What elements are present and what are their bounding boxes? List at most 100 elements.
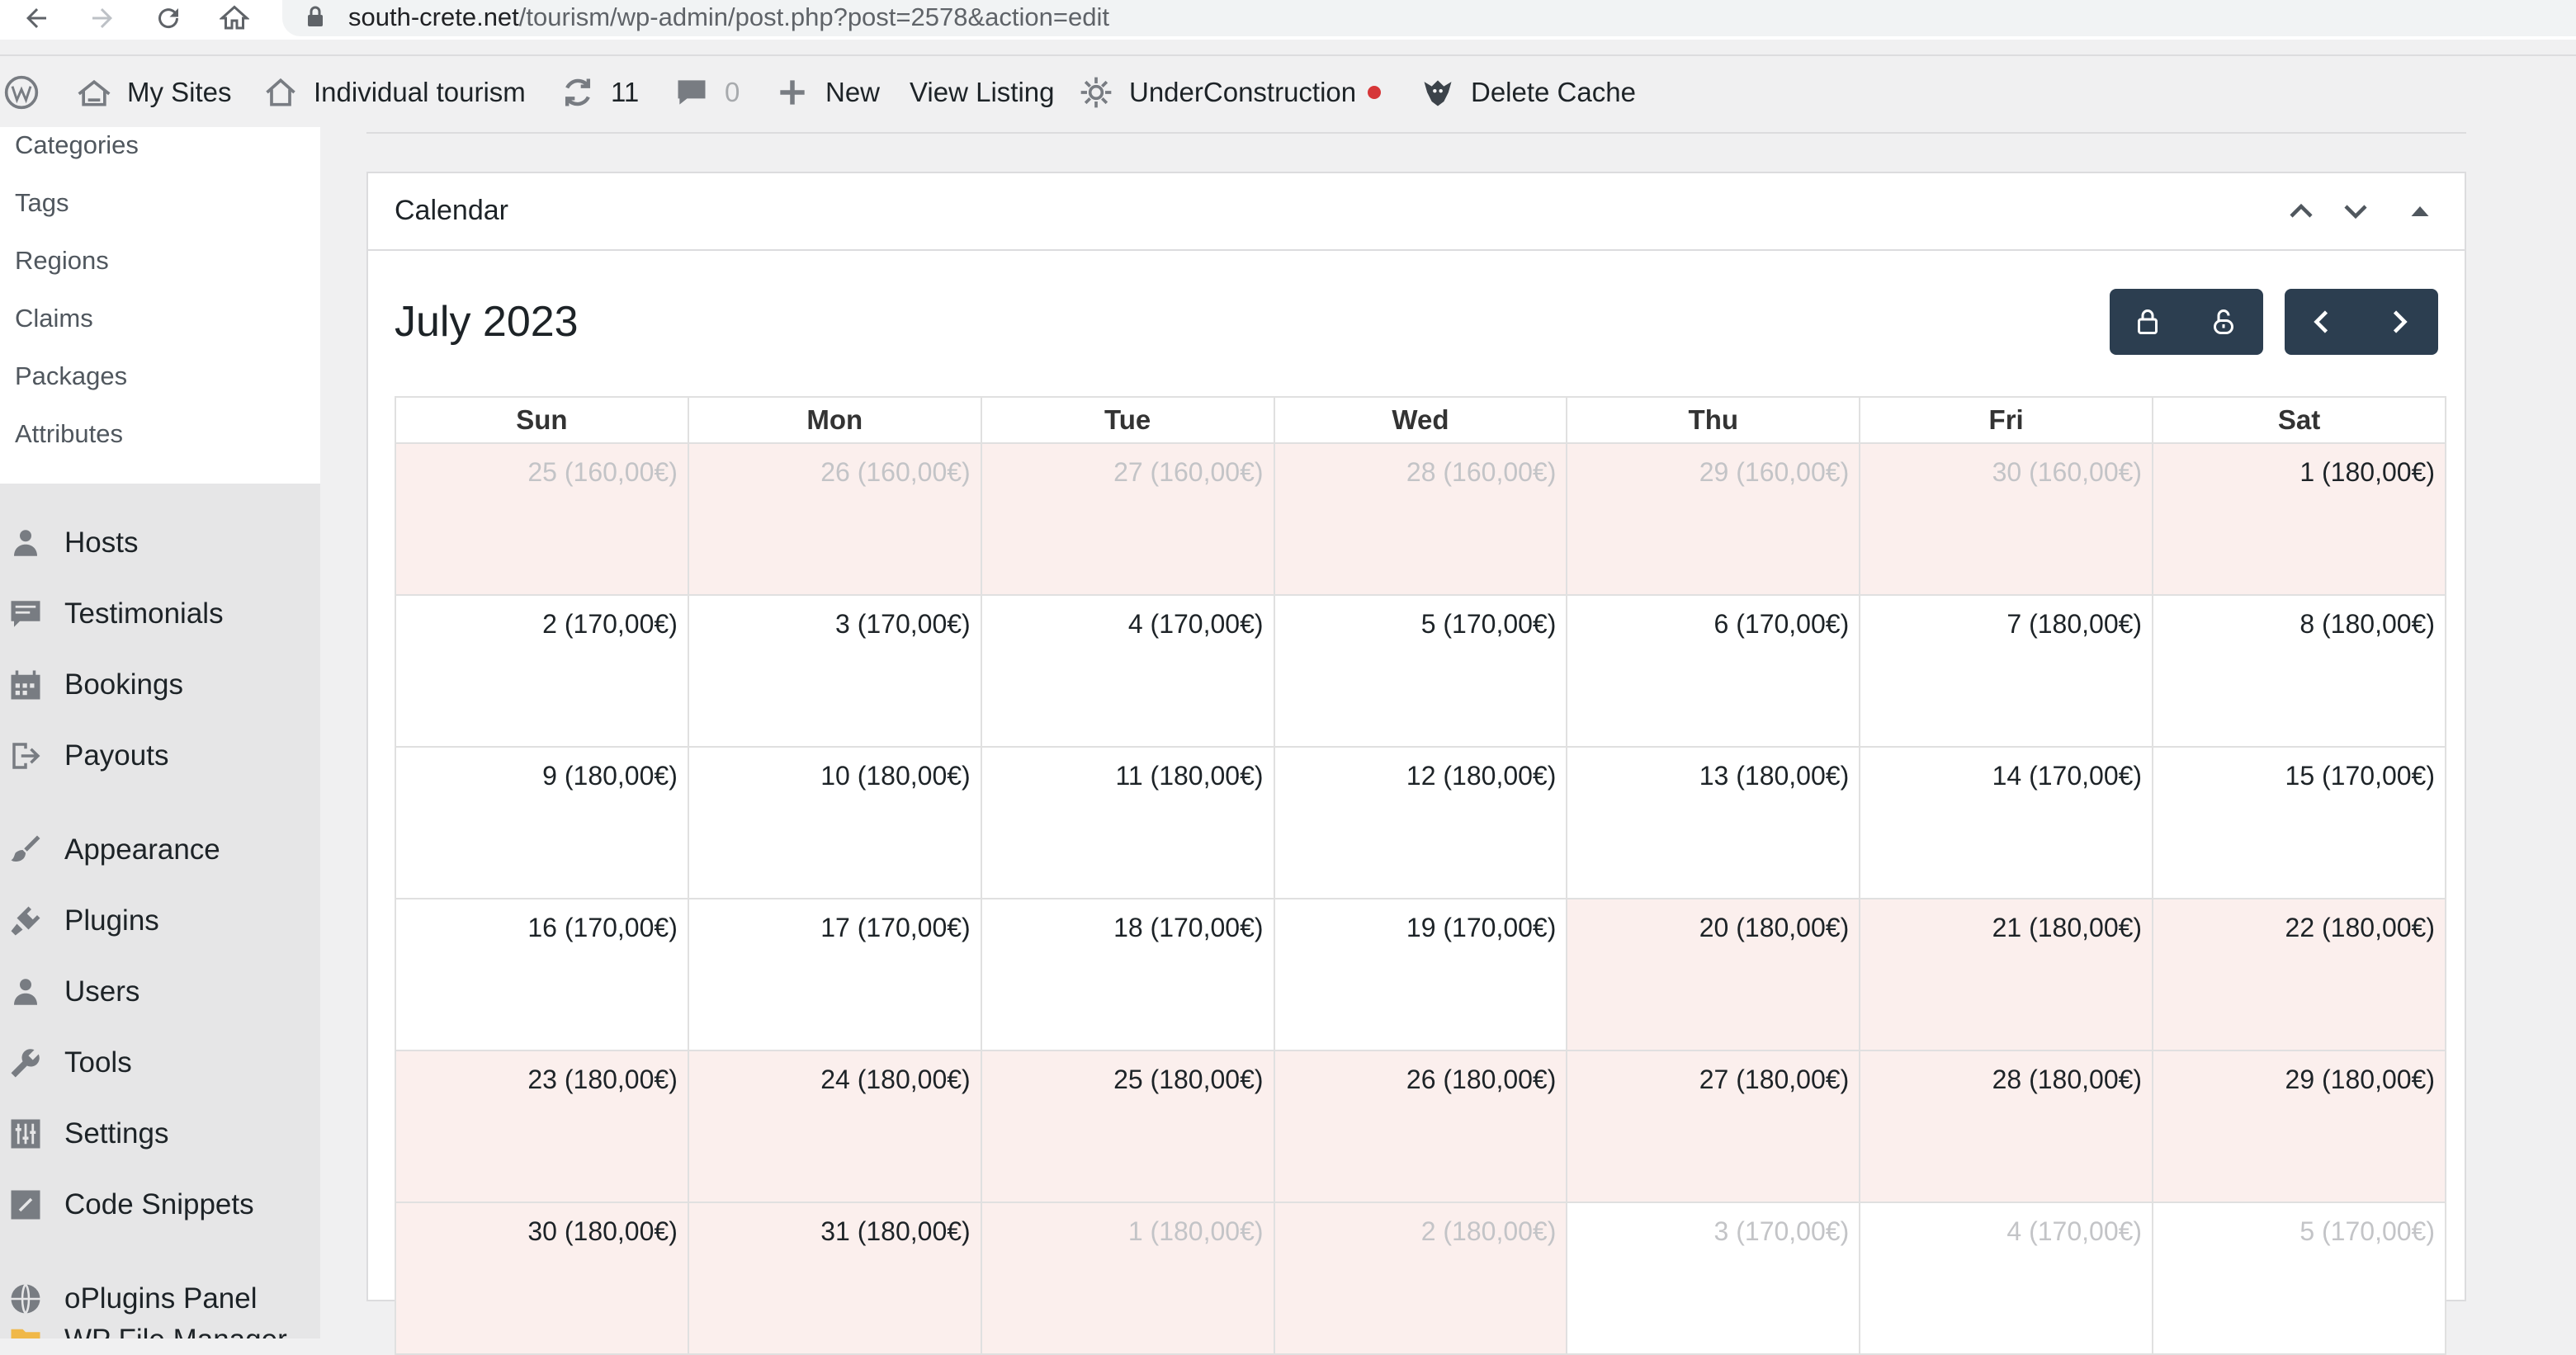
calendar-day-cell[interactable]: 30 (160,00€) (1859, 442, 2154, 596)
calendar-day-cell[interactable]: 14 (170,00€) (1859, 746, 2154, 899)
submenu-item-packages[interactable]: Packages (15, 361, 127, 391)
calendar-day-cell[interactable]: 6 (170,00€) (1566, 594, 1861, 748)
calendar-day-cell[interactable]: 27 (180,00€) (1566, 1050, 1861, 1203)
unlock-dates-button[interactable] (2186, 289, 2262, 355)
view-listing-link[interactable]: View Listing (910, 56, 1055, 129)
calendar-day-cell[interactable]: 13 (180,00€) (1566, 746, 1861, 899)
sidebar-item-users[interactable]: Users (8, 967, 139, 1017)
calendar-day-cell[interactable]: 28 (160,00€) (1273, 442, 1568, 596)
sidebar-item-plugins[interactable]: Plugins (8, 896, 159, 946)
calendar-day-cell[interactable]: 26 (180,00€) (1273, 1050, 1568, 1203)
prev-month-button[interactable] (2285, 289, 2361, 355)
wrench-icon (11, 1049, 40, 1078)
view-listing-label: View Listing (910, 77, 1055, 107)
panel-title: Calendar (395, 195, 508, 226)
month-label: July 2023 (395, 298, 579, 346)
home-icon (220, 5, 249, 30)
submenu-item-tags[interactable]: Tags (15, 188, 69, 218)
calendar-day-cell[interactable]: 31 (180,00€) (687, 1202, 982, 1355)
submenu-item-claims[interactable]: Claims (15, 304, 93, 333)
my-sites-link[interactable]: My Sites (76, 56, 232, 129)
sidebar-item-appearance[interactable]: Appearance (8, 825, 220, 875)
under-construction-label: UnderConstruction (1129, 77, 1357, 107)
back-button[interactable] (17, 2, 56, 35)
calendar-day-cell[interactable]: 30 (180,00€) (395, 1202, 689, 1355)
submenu-item-regions[interactable]: Regions (15, 246, 109, 276)
calendar-day-cell[interactable]: 10 (180,00€) (687, 746, 982, 899)
calendar-day-cell[interactable]: 19 (170,00€) (1273, 898, 1568, 1051)
calendar-day-cell[interactable]: 24 (180,00€) (687, 1050, 982, 1203)
sidebar-item-payouts[interactable]: Payouts (8, 731, 168, 781)
sidebar-item-tools[interactable]: Tools (8, 1038, 132, 1088)
calendar-day-cell[interactable]: 5 (170,00€) (1273, 594, 1568, 748)
calendar-day-cell[interactable]: 29 (180,00€) (2152, 1050, 2446, 1203)
calendar-day-cell[interactable]: 16 (170,00€) (395, 898, 689, 1051)
url-path: /tourism/wp-admin/post.php?post=2578&act… (518, 2, 1109, 31)
calendar-day-cell[interactable]: 12 (180,00€) (1273, 746, 1568, 899)
calendar-day-cell[interactable]: 1 (180,00€) (980, 1202, 1275, 1355)
sidebar-item-hosts[interactable]: Hosts (8, 518, 138, 568)
calendar-day-cell[interactable]: 21 (180,00€) (1859, 898, 2154, 1051)
calendar-day-cell[interactable]: 27 (160,00€) (980, 442, 1275, 596)
home-button[interactable] (215, 2, 254, 35)
forward-button[interactable] (83, 2, 122, 35)
reload-button[interactable] (149, 2, 188, 35)
calendar-day-cell[interactable]: 3 (170,00€) (1566, 1202, 1861, 1355)
calendar-day-cell[interactable]: 18 (170,00€) (980, 898, 1275, 1051)
submenu-item-attributes[interactable]: Attributes (15, 419, 123, 449)
calendar-day-cell[interactable]: 20 (180,00€) (1566, 898, 1861, 1051)
calendar-day-cell[interactable]: 15 (170,00€) (2152, 746, 2446, 899)
delete-cache-link[interactable]: Delete Cache (1420, 56, 1636, 129)
calendar-day-cell[interactable]: 17 (170,00€) (687, 898, 982, 1051)
testimonial-icon (11, 601, 40, 627)
url-text[interactable]: south-crete.net/tourism/wp-admin/post.ph… (348, 2, 1109, 33)
calendar-day-cell[interactable]: 11 (180,00€) (980, 746, 1275, 899)
calendar-day-cell[interactable]: 25 (160,00€) (395, 442, 689, 596)
submenu-item-categories[interactable]: Categories (15, 130, 139, 160)
calendar-day-cell[interactable]: 8 (180,00€) (2152, 594, 2446, 748)
user-icon (14, 979, 37, 1005)
calendar-week-row: 25 (160,00€) 26 (160,00€) 27 (160,00€) 28 (… (395, 442, 2446, 596)
calendar-day-cell[interactable]: 22 (180,00€) (2152, 898, 2446, 1051)
move-up-button[interactable] (2281, 191, 2321, 231)
sidebar-item-settings[interactable]: Settings (8, 1109, 168, 1159)
move-down-button[interactable] (2336, 191, 2375, 231)
calendar-day-cell[interactable]: 2 (170,00€) (395, 594, 689, 748)
comments-link[interactable]: 0 (674, 56, 740, 129)
calendar-day-cell[interactable]: 29 (160,00€) (1566, 442, 1861, 596)
admin-sidebar: Categories Tags Regions Claims Packages … (0, 127, 320, 1338)
wordpress-icon (4, 75, 39, 110)
calendar-panel: Calendar July 2023 Sun Mon Tue Wed Thu F… (366, 172, 2466, 1355)
calendar-day-cell[interactable]: 1 (180,00€) (2152, 442, 2446, 596)
calendar-day-cell[interactable]: 26 (160,00€) (687, 442, 982, 596)
sidebar-item-code-snippets[interactable]: Code Snippets (8, 1180, 254, 1230)
next-month-button[interactable] (2361, 289, 2437, 355)
calendar-day-cell[interactable]: 9 (180,00€) (395, 746, 689, 899)
calendar-day-cell[interactable]: 25 (180,00€) (980, 1050, 1275, 1203)
sidebar-label-settings: Settings (64, 1117, 169, 1150)
sidebar-item-bookings[interactable]: Bookings (8, 660, 183, 710)
lock-dates-button[interactable] (2110, 289, 2186, 355)
calendar-day-cell[interactable]: 7 (180,00€) (1859, 594, 2154, 748)
collapse-panel-button[interactable] (2400, 191, 2440, 231)
wp-logo[interactable] (3, 56, 54, 129)
calendar-day-cell[interactable]: 28 (180,00€) (1859, 1050, 2154, 1203)
under-construction-link[interactable]: UnderConstruction (1078, 56, 1382, 129)
sidebar-item-testimonials[interactable]: Testimonials (8, 589, 224, 639)
calendar-day-cell[interactable]: 5 (170,00€) (2152, 1202, 2446, 1355)
calendar-day-cell[interactable]: 4 (170,00€) (980, 594, 1275, 748)
calendar-day-cell[interactable]: 23 (180,00€) (395, 1050, 689, 1203)
sidebar-item-wp-file-manager[interactable]: WP File Manager (8, 1322, 287, 1338)
site-name-link[interactable]: Individual tourism (262, 56, 526, 129)
chevron-up-icon (2290, 203, 2313, 218)
sidebar-label-testimonials: Testimonials (64, 597, 224, 630)
new-content-link[interactable]: New (774, 56, 880, 129)
updates-link[interactable]: 11 (560, 56, 639, 129)
calendar-grid: Sun Mon Tue Wed Thu Fri Sat 25 (160,00€)… (395, 396, 2446, 1355)
browser-toolbar: south-crete.net/tourism/wp-admin/post.ph… (0, 0, 2576, 40)
sidebar-item-oplugins-panel[interactable]: oPlugins Panel (8, 1274, 258, 1324)
weekday-header: Thu (1566, 396, 1861, 444)
calendar-day-cell[interactable]: 2 (180,00€) (1273, 1202, 1568, 1355)
calendar-day-cell[interactable]: 4 (170,00€) (1859, 1202, 2154, 1355)
calendar-day-cell[interactable]: 3 (170,00€) (687, 594, 982, 748)
